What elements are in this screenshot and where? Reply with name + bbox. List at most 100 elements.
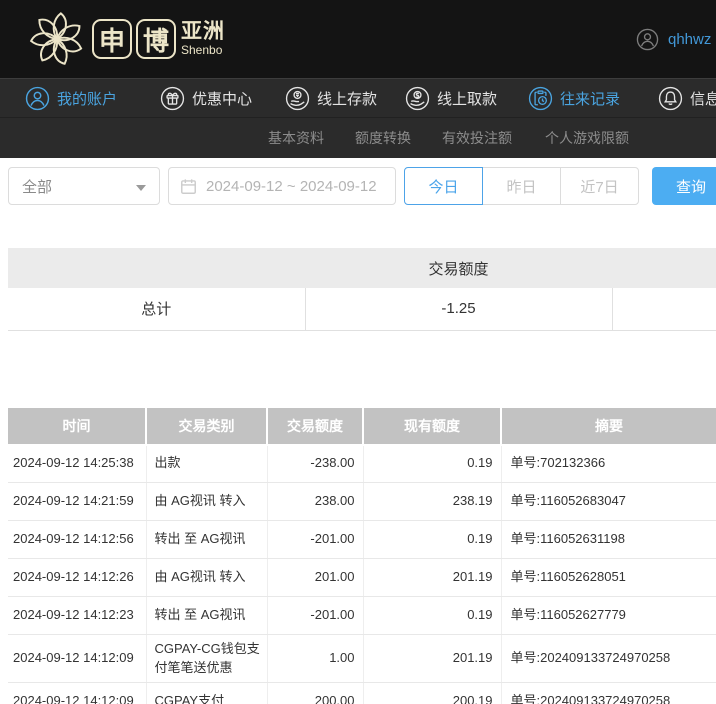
subnav-item-quota-transfer[interactable]: 额度转换 <box>355 118 411 158</box>
user-icon <box>25 86 50 111</box>
col-header-memo: 摘要 <box>501 408 716 445</box>
cell-amount: -201.00 <box>267 597 363 635</box>
cell-amount: 201.00 <box>267 559 363 597</box>
date-range-input[interactable]: 2024-09-12 ~ 2024-09-12 <box>168 167 396 205</box>
yesterday-button[interactable]: 昨日 <box>482 167 561 205</box>
cell-type: 转出 至 AG视讯 <box>146 597 267 635</box>
cell-amount: 200.00 <box>267 683 363 704</box>
brand-flower-icon <box>26 8 88 70</box>
calendar-icon <box>179 177 198 196</box>
cell-type: 出款 <box>146 445 267 483</box>
cell-type: 转出 至 AG视讯 <box>146 521 267 559</box>
cell-type: 由 AG视讯 转入 <box>146 559 267 597</box>
cell-amount: 238.00 <box>267 483 363 521</box>
last-7-days-button[interactable]: 近7日 <box>560 167 639 205</box>
cell-time: 2024-09-12 14:21:59 <box>8 483 146 521</box>
table-row: 2024-09-12 14:21:59 由 AG视讯 转入 238.00 238… <box>8 483 716 521</box>
summary-header-row: 交易额度 <box>8 248 716 288</box>
cell-memo: 单号:116052683047 <box>501 483 716 521</box>
cell-balance: 201.19 <box>363 635 501 683</box>
nav-label: 信息 <box>690 88 716 109</box>
top-header-bar: 申 博 亚洲 Shenbo qhhwz <box>0 0 716 78</box>
cell-balance: 0.19 <box>363 521 501 559</box>
brand-char-shen: 申 <box>92 19 132 59</box>
quick-date-button-group: 今日 昨日 近7日 <box>404 167 639 205</box>
cell-time: 2024-09-12 14:12:09 <box>8 683 146 704</box>
cell-memo: 单号:202409133724970258 <box>501 635 716 683</box>
nav-label: 我的账户 <box>57 88 117 109</box>
nav-item-deposit[interactable]: 线上存款 <box>285 79 377 117</box>
cell-balance: 0.19 <box>363 597 501 635</box>
brand-wordmark: 亚洲 Shenbo <box>181 21 225 57</box>
deposit-icon <box>285 86 310 111</box>
summary-total-label: 总计 <box>8 288 305 330</box>
cell-type: CGPAY支付 <box>146 683 267 704</box>
subnav-item-valid-bets[interactable]: 有效投注额 <box>442 118 512 158</box>
nav-item-transaction-records[interactable]: 往来记录 <box>528 79 620 117</box>
summary-header-title: 交易额度 <box>305 248 612 288</box>
cell-memo: 单号:116052627779 <box>501 597 716 635</box>
col-header-balance: 现有额度 <box>363 408 501 445</box>
sub-navigation: 基本资料 额度转换 有效投注额 个人游戏限额 <box>0 117 716 158</box>
gift-icon <box>160 86 185 111</box>
nav-label: 优惠中心 <box>192 88 252 109</box>
records-icon <box>528 86 553 111</box>
username-text: qhhwz <box>668 31 711 48</box>
summary-total-row: 总计 -1.25 <box>8 288 716 330</box>
chevron-down-icon <box>136 185 146 191</box>
cell-time: 2024-09-12 14:12:56 <box>8 521 146 559</box>
cell-balance: 201.19 <box>363 559 501 597</box>
date-range-value: 2024-09-12 ~ 2024-09-12 <box>206 178 377 195</box>
cell-amount: -238.00 <box>267 445 363 483</box>
transactions-header-row: 时间 交易类别 交易额度 现有额度 摘要 <box>8 408 716 445</box>
cell-memo: 单号:702132366 <box>501 445 716 483</box>
summary-table: 交易额度 总计 -1.25 <box>8 248 716 331</box>
table-row: 2024-09-12 14:12:26 由 AG视讯 转入 201.00 201… <box>8 559 716 597</box>
nav-item-withdraw[interactable]: 线上取款 <box>405 79 497 117</box>
cell-amount: 1.00 <box>267 635 363 683</box>
select-value: 全部 <box>22 176 52 197</box>
table-row: 2024-09-12 14:12:09 CGPAY支付 200.00 200.1… <box>8 683 716 704</box>
cell-memo: 单号:116052631198 <box>501 521 716 559</box>
cell-time: 2024-09-12 14:12:23 <box>8 597 146 635</box>
table-row: 2024-09-12 14:12:23 转出 至 AG视讯 -201.00 0.… <box>8 597 716 635</box>
brand-region-text: 亚洲 <box>181 21 225 43</box>
nav-label: 线上存款 <box>317 88 377 109</box>
subnav-item-game-limits[interactable]: 个人游戏限额 <box>545 118 629 158</box>
nav-label: 往来记录 <box>560 88 620 109</box>
user-avatar-icon <box>636 28 659 51</box>
today-button[interactable]: 今日 <box>404 167 483 205</box>
cell-balance: 238.19 <box>363 483 501 521</box>
subnav-item-basic-info[interactable]: 基本资料 <box>268 118 324 158</box>
table-row: 2024-09-12 14:25:38 出款 -238.00 0.19 单号:7… <box>8 445 716 483</box>
brand-char-bo: 博 <box>136 19 176 59</box>
user-account[interactable]: qhhwz <box>636 28 711 51</box>
summary-header-empty <box>8 248 305 288</box>
cell-memo: 单号:202409133724970258 <box>501 683 716 704</box>
page: { "colors": { "accent": "#4aa4e0", "acce… <box>0 0 716 704</box>
brand-subtitle-text: Shenbo <box>181 43 225 57</box>
bell-icon <box>658 86 683 111</box>
table-row: 2024-09-12 14:12:09 CGPAY-CG钱包支付笔笔送优惠 1.… <box>8 635 716 683</box>
cell-memo: 单号:116052628051 <box>501 559 716 597</box>
cell-time: 2024-09-12 14:12:09 <box>8 635 146 683</box>
search-button[interactable]: 查询 <box>652 167 716 205</box>
cell-balance: 200.19 <box>363 683 501 704</box>
filter-bar: 全部 2024-09-12 ~ 2024-09-12 今日 昨日 近7日 查询 <box>0 158 716 216</box>
brand-logo[interactable]: 申 博 亚洲 Shenbo <box>26 7 225 71</box>
summary-total-value: -1.25 <box>305 288 612 330</box>
summary-header-empty <box>612 248 716 288</box>
nav-item-messages[interactable]: 信息 <box>658 79 716 117</box>
cell-time: 2024-09-12 14:12:26 <box>8 559 146 597</box>
table-row: 2024-09-12 14:12:56 转出 至 AG视讯 -201.00 0.… <box>8 521 716 559</box>
cell-type: 由 AG视讯 转入 <box>146 483 267 521</box>
cell-type: CGPAY-CG钱包支付笔笔送优惠 <box>146 635 267 683</box>
col-header-time: 时间 <box>8 408 146 445</box>
withdraw-icon <box>405 86 430 111</box>
transaction-type-select[interactable]: 全部 <box>8 167 160 205</box>
nav-item-my-account[interactable]: 我的账户 <box>25 79 117 117</box>
nav-label: 线上取款 <box>437 88 497 109</box>
cell-amount: -201.00 <box>267 521 363 559</box>
main-navigation: 我的账户 优惠中心 线上存款 线上取款 <box>0 78 716 117</box>
nav-item-promotions[interactable]: 优惠中心 <box>160 79 252 117</box>
